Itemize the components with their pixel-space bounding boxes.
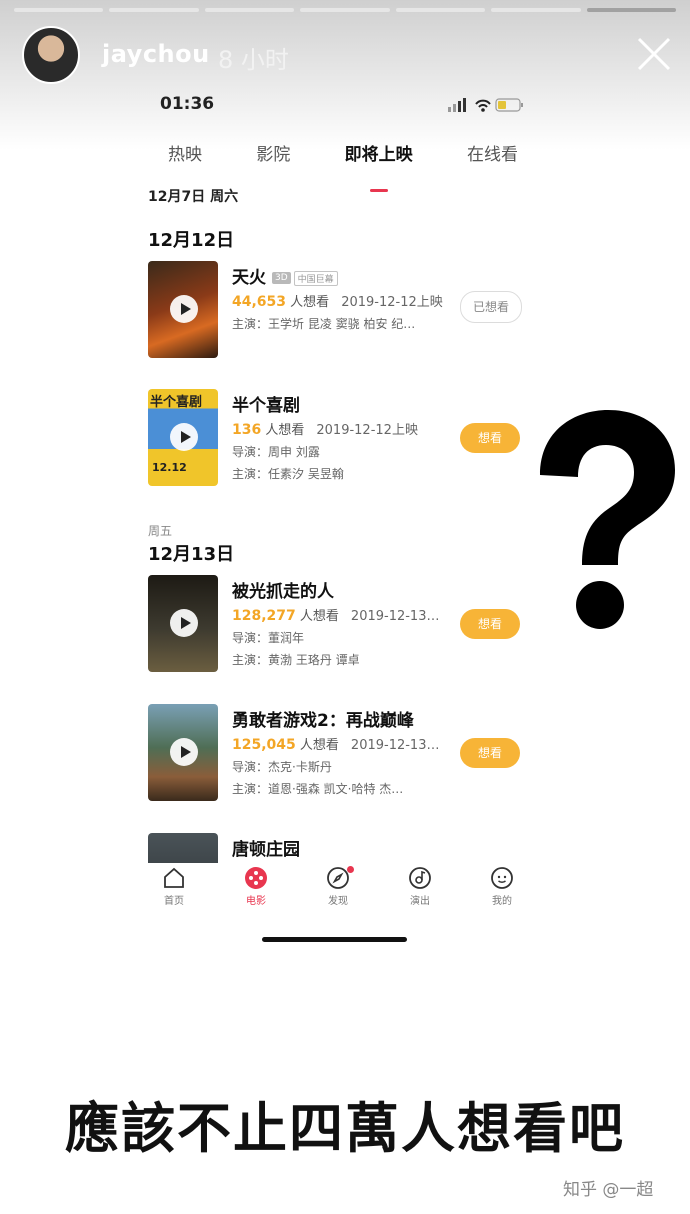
want-suffix: 人想看	[290, 295, 330, 310]
nav-home[interactable]: 首页	[148, 866, 200, 918]
watermark: 知乎 @一超	[563, 1180, 654, 1200]
play-icon[interactable]	[170, 609, 198, 637]
avatar[interactable]	[22, 26, 80, 84]
story-username[interactable]: jaychou	[102, 40, 210, 68]
date-subheading: 12月7日 周六	[148, 189, 239, 205]
tab-cinemas[interactable]: 影院	[236, 138, 310, 178]
nav-label: 演出	[410, 896, 430, 907]
poster-date-text: 12.12	[152, 461, 187, 474]
release-date: 2019-12-13…	[350, 738, 440, 753]
tab-now-showing[interactable]: 热映	[148, 138, 222, 178]
nav-label: 发现	[328, 896, 348, 907]
movie-title: 被光抓走的人	[232, 582, 334, 602]
nav-shows[interactable]: 演出	[394, 866, 446, 918]
cast-line: 主演：道恩·强森 凯文·哈特 杰…	[232, 782, 404, 796]
story-caption: 應該不止四萬人想看吧	[65, 1097, 625, 1160]
movie-title: 天火	[232, 268, 266, 288]
tab-coming-soon[interactable]: 即将上映	[325, 138, 433, 192]
movie-poster[interactable]	[148, 704, 218, 801]
nav-label: 电影	[246, 896, 266, 907]
date-heading: 12月13日	[148, 544, 235, 565]
director-line: 导演：周申 刘露	[232, 445, 320, 459]
nav-movies[interactable]: 电影	[230, 866, 282, 918]
badge-3d: 3D	[272, 272, 291, 284]
movie-poster[interactable]	[148, 261, 218, 358]
nav-label: 首页	[164, 896, 184, 907]
want-suffix: 人想看	[299, 738, 339, 753]
close-icon[interactable]	[632, 32, 676, 76]
badge-imax: 中国巨幕	[293, 270, 338, 286]
bottom-nav: 首页 电影 发现 演出 我的	[148, 866, 528, 918]
want-button[interactable]: 想看	[460, 738, 520, 768]
movie-item[interactable]: 天火 3D 中国巨幕 44,653 人想看 2019-12-12上映 主演：王学圻 昆…	[148, 261, 528, 361]
notification-badge	[347, 866, 354, 873]
play-icon[interactable]	[170, 295, 198, 323]
tab-bar: 热映 影院 即将上映 在线看	[148, 138, 538, 192]
status-bar-icons	[448, 98, 523, 112]
movie-item[interactable]: 勇敢者游戏2：再战巅峰 125,045 人想看 2019-12-13… 导演：杰克…	[148, 704, 528, 804]
director-line: 导演：杰克·卡斯丹	[232, 760, 332, 774]
movie-poster[interactable]	[148, 833, 218, 863]
story-time-ago: 8 小时	[218, 46, 289, 74]
movie-item[interactable]: 半个喜剧 12.12 半个喜剧 136 人想看 2019-12-12上映 导演：周…	[148, 389, 528, 489]
cast-line: 主演：任素汐 吴昱翰	[232, 467, 344, 481]
cast-line: 主演：王学圻 昆凌 窦骁 柏安 纪…	[232, 317, 416, 331]
home-indicator	[262, 937, 407, 942]
movie-item[interactable]: 唐顿庄园	[148, 833, 528, 863]
home-icon	[164, 867, 184, 888]
question-mark-sticker	[540, 410, 675, 629]
want-suffix: 人想看	[299, 609, 339, 624]
film-icon	[245, 867, 267, 889]
movie-item[interactable]: 被光抓走的人 128,277 人想看 2019-12-13… 导演：董润年 主演：…	[148, 575, 528, 675]
date-heading: 12月12日	[148, 230, 235, 251]
release-date: 2019-12-12上映	[316, 423, 418, 438]
play-icon[interactable]	[170, 423, 198, 451]
tab-online[interactable]: 在线看	[447, 138, 538, 178]
music-icon	[409, 867, 431, 889]
want-button[interactable]: 想看	[460, 609, 520, 639]
movie-title: 唐顿庄园	[232, 840, 300, 860]
release-date: 2019-12-12上映	[341, 295, 443, 310]
nav-profile[interactable]: 我的	[476, 866, 528, 918]
already-wanted-button[interactable]: 已想看	[460, 291, 522, 323]
want-count: 136	[232, 422, 262, 438]
cast-line: 主演：黄渤 王珞丹 谭卓	[232, 653, 360, 667]
poster-title-text: 半个喜剧	[150, 395, 203, 410]
want-count: 128,277	[232, 608, 296, 624]
status-bar-time: 01:36	[160, 94, 215, 114]
movie-title: 半个喜剧	[232, 396, 300, 416]
story-header-gradient	[0, 0, 690, 150]
want-count: 125,045	[232, 737, 296, 753]
profile-icon	[491, 867, 513, 889]
weekday-label: 周五	[148, 524, 173, 538]
want-suffix: 人想看	[265, 423, 305, 438]
nav-label: 我的	[492, 896, 512, 907]
release-date: 2019-12-13…	[350, 609, 440, 624]
director-line: 导演：董润年	[232, 631, 305, 645]
nav-discover[interactable]: 发现	[312, 866, 364, 918]
play-icon[interactable]	[170, 738, 198, 766]
movie-poster[interactable]	[148, 575, 218, 672]
movie-poster[interactable]: 半个喜剧 12.12	[148, 389, 218, 486]
want-button[interactable]: 想看	[460, 423, 520, 453]
movie-title: 勇敢者游戏2：再战巅峰	[232, 711, 414, 731]
story-progress-bar	[14, 8, 676, 12]
want-count: 44,653	[232, 294, 287, 310]
